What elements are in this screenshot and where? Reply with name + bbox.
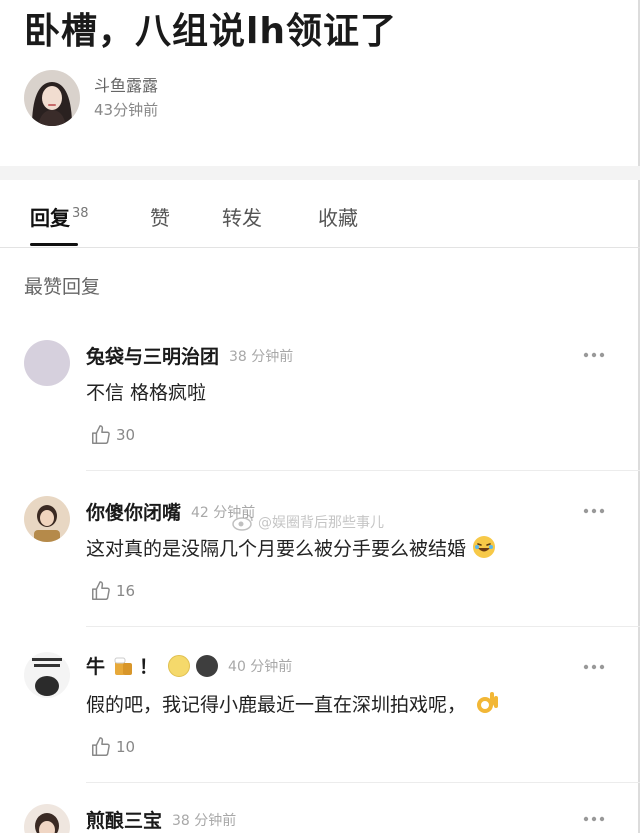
comment-text: 这对真的是没隔几个月要么被分手要么被结婚 — [86, 534, 496, 561]
watermark-text: @娱圈背后那些事儿 — [258, 515, 384, 531]
more-options-icon[interactable] — [582, 350, 606, 360]
thumbs-up-icon — [92, 425, 110, 444]
comment-text: 假的吧，我记得小鹿最近一直在深圳拍戏呢， — [86, 690, 500, 717]
thumbs-up-icon — [92, 737, 110, 756]
weibo-logo-icon — [232, 514, 253, 531]
post-time: 43分钟前 — [94, 101, 159, 119]
commenter-avatar[interactable] — [24, 804, 70, 833]
comment-divider — [86, 782, 640, 783]
post-title: 卧槽，八组说lh领证了 — [24, 11, 397, 52]
comment-time: 38 分钟前 — [172, 812, 237, 829]
tab-replies-count: 38 — [72, 206, 89, 222]
comment-divider — [86, 626, 640, 627]
tab-replies-label: 回复 — [30, 206, 70, 230]
more-options-icon[interactable] — [582, 506, 606, 516]
like-count: 30 — [116, 426, 136, 444]
tab-likes[interactable]: 赞 — [150, 202, 170, 231]
post-author[interactable]: 斗鱼露露 43分钟前 — [24, 70, 158, 126]
like-button[interactable]: 16 — [90, 580, 135, 602]
section-gap — [0, 166, 640, 180]
commenter-name[interactable]: 你傻你闭嘴 — [86, 498, 181, 525]
dark-moon-emoji-icon — [196, 654, 219, 677]
more-options-icon[interactable] — [582, 662, 606, 672]
like-button[interactable]: 30 — [90, 424, 135, 446]
commenter-avatar[interactable] — [24, 496, 70, 542]
commenter-avatar[interactable] — [24, 340, 70, 386]
smiley-emoji-icon — [168, 654, 191, 677]
comment-time: 40 分钟前 — [228, 658, 293, 675]
commenter-avatar[interactable] — [24, 652, 70, 698]
comment-time: 38 分钟前 — [229, 348, 294, 365]
like-count: 10 — [116, 738, 136, 756]
laughing-emoji-icon — [473, 536, 496, 558]
ok-hand-emoji-icon — [477, 692, 499, 713]
comment-text-content: 假的吧，我记得小鹿最近一直在深圳拍戏呢， — [86, 694, 467, 716]
comment-text: 不信 格格疯啦 — [86, 382, 207, 404]
commenter-name[interactable]: 煎酿三宝 — [86, 806, 162, 833]
section-label: 最赞回复 — [24, 276, 101, 298]
commenter-name[interactable]: 兔袋与三明治团 — [86, 342, 219, 369]
thumbs-up-icon — [92, 581, 110, 600]
like-button[interactable]: 10 — [90, 736, 135, 758]
tab-bar: 回复 38 赞 转发 收藏 — [0, 180, 640, 248]
tab-active-indicator — [30, 243, 78, 246]
tab-favorites[interactable]: 收藏 — [318, 202, 358, 231]
commenter-name-suffix: ！ — [139, 656, 159, 678]
more-options-icon[interactable] — [582, 814, 606, 824]
author-avatar[interactable] — [24, 70, 80, 126]
tab-reposts[interactable]: 转发 — [222, 202, 262, 231]
commenter-name[interactable]: 牛 — [86, 652, 105, 679]
author-name[interactable]: 斗鱼露露 — [94, 75, 158, 97]
beer-emoji-icon — [114, 657, 133, 675]
like-count: 16 — [116, 582, 136, 600]
tab-replies[interactable]: 回复 38 — [30, 202, 89, 231]
comment-text-content: 这对真的是没隔几个月要么被分手要么被结婚 — [86, 538, 467, 560]
weibo-watermark: @娱圈背后那些事儿 — [232, 512, 384, 532]
comment-divider — [86, 470, 640, 471]
